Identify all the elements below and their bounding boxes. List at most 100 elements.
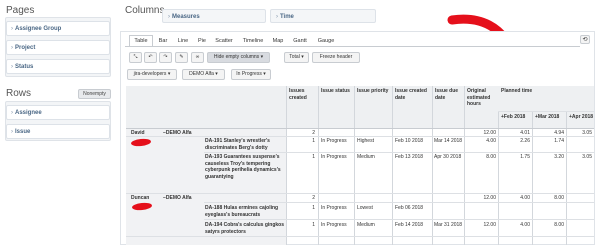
cell-issues-created: 1 — [312, 138, 315, 144]
filter-status[interactable]: In Progress ▾ — [231, 69, 271, 80]
filter-assignee-group[interactable]: jira-developers ▾ — [127, 69, 177, 80]
row-project[interactable]: −DEMO Alfa — [163, 130, 192, 137]
cell-feb: 4.01 — [520, 130, 530, 136]
caret-right-icon: › — [11, 45, 13, 51]
cell-created-date: Feb 13 2018 — [395, 154, 424, 160]
filter-project[interactable]: DEMO Alfa ▾ — [182, 69, 225, 80]
cell-apr: 3.05 — [582, 154, 592, 160]
page-item-label: Status — [15, 64, 34, 70]
cell-issue-priority: Lowest — [357, 205, 373, 211]
row-project[interactable]: −DEMO Alfa — [163, 195, 192, 202]
nonempty-button[interactable]: Nonempty — [78, 89, 111, 99]
cell-issue-status: In Progress — [321, 205, 347, 211]
cell-due-date: Apr 30 2018 — [434, 154, 462, 160]
row-issue-da-188[interactable]: DA-188 Hulas ermines cajoling eyeglass's… — [205, 205, 285, 218]
columns-title: Columns — [125, 5, 165, 16]
column-item-label: Measures — [172, 14, 200, 20]
column-item-measures[interactable]: › Measures — [162, 9, 266, 23]
header-feb-label: Feb 2018 — [503, 114, 526, 120]
header-mar-2018[interactable]: +Mar 2018 — [535, 114, 565, 121]
header-issue-due-date[interactable]: Issue due date — [435, 88, 463, 101]
header-planned-time[interactable]: Planned time — [501, 88, 561, 95]
total-dropdown[interactable]: Total ▾ — [284, 52, 309, 63]
cell-issue-priority: Highest — [357, 138, 374, 144]
cell-original-hours: 12.00 — [483, 195, 496, 201]
cell-issue-status: In Progress — [321, 154, 347, 160]
cell-issue-status: In Progress — [321, 222, 347, 228]
row-item-assignee[interactable]: › Assignee — [6, 105, 110, 120]
header-apr-2018[interactable]: +Apr 2018 — [569, 114, 594, 121]
cell-created-date: Feb 10 2018 — [395, 138, 424, 144]
cell-due-date: Mar 14 2018 — [434, 138, 463, 144]
row-issue-da-191[interactable]: DA-191 Stanley's wrestler's discriminate… — [205, 138, 285, 151]
undo-button[interactable]: ↶ — [144, 52, 157, 63]
cell-feb: 2.26 — [520, 138, 530, 144]
pages-box: › Assignee Group › Project › Status — [5, 17, 111, 77]
caret-right-icon: › — [11, 64, 13, 70]
cell-mar: 8.00 — [554, 222, 564, 228]
header-issue-priority[interactable]: Issue priority — [357, 88, 389, 95]
cell-mar: 3.20 — [554, 154, 564, 160]
cell-original-hours: 4.00 — [486, 138, 496, 144]
cell-original-hours: 12.00 — [483, 222, 496, 228]
cell-mar: 4.94 — [554, 130, 564, 136]
cell-feb: 1.75 — [520, 154, 530, 160]
caret-right-icon: › — [11, 26, 13, 32]
header-mar-label: Mar 2018 — [537, 114, 560, 120]
header-apr-label: Apr 2018 — [571, 114, 594, 120]
hide-empty-columns-dropdown[interactable]: Hide empty columns ▾ — [207, 52, 270, 63]
page-item-assignee-group[interactable]: › Assignee Group — [6, 21, 110, 36]
freeze-header-button[interactable]: Freeze header — [312, 52, 360, 63]
cell-issues-created: 2 — [312, 195, 315, 201]
caret-right-icon: › — [276, 14, 278, 20]
fullscreen-button[interactable]: ⤡ — [129, 52, 142, 63]
cell-issues-created: 1 — [312, 222, 315, 228]
cell-mar: 1.74 — [554, 138, 564, 144]
column-item-time[interactable]: › Time — [270, 9, 376, 23]
row-project-label: DEMO Alfa — [165, 195, 192, 201]
cell-mar: 8.00 — [554, 195, 564, 201]
link-button[interactable]: ∞ — [191, 52, 204, 63]
header-issue-created-date[interactable]: Issue created date — [395, 88, 429, 101]
report-table: Issues created Issue status Issue priori… — [126, 86, 594, 245]
tab-divider — [125, 46, 580, 47]
page-item-label: Project — [15, 45, 36, 51]
caret-right-icon: › — [11, 129, 13, 135]
cell-due-date: Mar 31 2018 — [434, 222, 463, 228]
cell-created-date: Feb 06 2018 — [395, 205, 424, 211]
cell-issues-created: 1 — [312, 205, 315, 211]
cell-feb: 4.00 — [520, 222, 530, 228]
comment-button[interactable]: ✎ — [175, 52, 188, 63]
row-item-label: Assignee — [15, 110, 42, 116]
redo-button[interactable]: ↷ — [159, 52, 172, 63]
caret-right-icon: › — [11, 110, 13, 116]
cell-issues-created: 1 — [312, 154, 315, 160]
cell-original-hours: 12.00 — [483, 130, 496, 136]
row-issue-da-193[interactable]: DA-193 Guarantees suspense's causeless T… — [205, 154, 285, 180]
rows-box: › Assignee › Issue — [5, 101, 111, 141]
row-item-label: Issue — [15, 129, 31, 135]
header-issues-created[interactable]: Issues created — [289, 88, 317, 101]
row-assignee-duncan[interactable]: Duncan — [131, 195, 149, 202]
cell-feb: 4.00 — [520, 195, 530, 201]
header-feb-2018[interactable]: +Feb 2018 — [501, 114, 531, 121]
page-item-status[interactable]: › Status — [6, 59, 110, 74]
cell-issue-priority: Medium — [357, 222, 375, 228]
cell-original-hours: 8.00 — [486, 154, 496, 160]
header-issue-status[interactable]: Issue status — [321, 88, 351, 95]
page-item-label: Assignee Group — [15, 26, 62, 32]
row-issue-da-194[interactable]: DA-194 Cobra's calculus gingkos satyrs p… — [205, 222, 285, 235]
pages-title: Pages — [6, 5, 35, 16]
cell-created-date: Feb 14 2018 — [395, 222, 424, 228]
row-assignee-david[interactable]: David — [131, 130, 145, 137]
row-item-issue[interactable]: › Issue — [6, 124, 110, 139]
rows-title: Rows — [6, 88, 32, 99]
refresh-icon[interactable]: ⟲ — [580, 35, 590, 44]
page-item-project[interactable]: › Project — [6, 40, 110, 55]
row-project-label: DEMO Alfa — [165, 130, 192, 136]
cell-issue-priority: Medium — [357, 154, 375, 160]
cell-issues-created: 2 — [312, 130, 315, 136]
cell-apr: 3.05 — [582, 130, 592, 136]
header-original-estimated-hours[interactable]: Original estimated hours — [467, 88, 497, 108]
caret-right-icon: › — [168, 14, 170, 20]
